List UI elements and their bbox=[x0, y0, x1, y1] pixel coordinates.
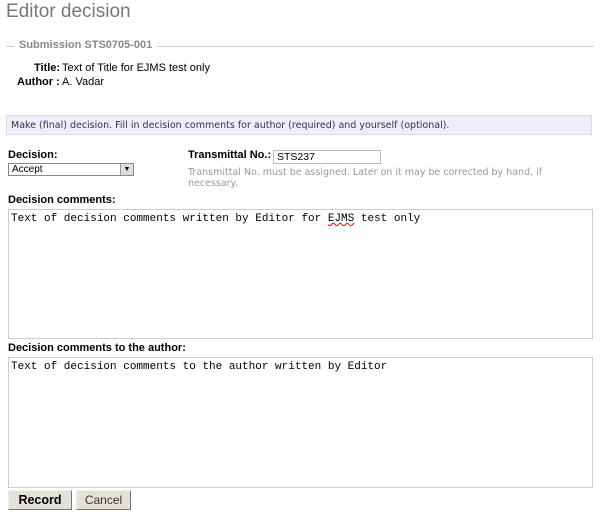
chevron-down-icon[interactable]: ▼ bbox=[120, 164, 133, 175]
decision-comments-textarea[interactable]: Text of decision comments written by Edi… bbox=[8, 209, 593, 339]
decision-select[interactable]: Accept ▼ bbox=[8, 163, 134, 176]
misspelled-word: EJMS bbox=[327, 213, 355, 225]
author-comments-text: Text of decision comments to the author … bbox=[11, 361, 388, 373]
transmittal-help: Transmittal No. must be assigned. Later … bbox=[188, 167, 543, 189]
author-comments-textarea[interactable]: Text of decision comments to the author … bbox=[8, 357, 593, 488]
submission-legend: Submission STS0705-001 bbox=[14, 39, 158, 51]
author-label: Author : bbox=[17, 76, 60, 88]
author-comments-label: Decision comments to the author: bbox=[8, 342, 186, 354]
decision-value: Accept bbox=[12, 164, 43, 175]
title-label: Title: bbox=[34, 62, 61, 74]
transmittal-label: Transmittal No.: bbox=[188, 149, 272, 161]
info-box: Make (final) decision. Fill in decision … bbox=[6, 115, 592, 135]
author-value: A. Vadar bbox=[62, 76, 104, 88]
decision-label: Decision: bbox=[8, 149, 58, 161]
record-button[interactable]: Record bbox=[8, 490, 72, 510]
comments-text-end: test only bbox=[354, 213, 421, 225]
title-value: Text of Title for EJMS test only bbox=[62, 62, 210, 74]
comments-text: Text of decision comments written by Edi… bbox=[11, 213, 328, 225]
transmittal-input[interactable]: STS237 bbox=[273, 150, 381, 164]
decision-comments-label: Decision comments: bbox=[8, 194, 116, 206]
page-title: Editor decision bbox=[6, 1, 131, 22]
cancel-button[interactable]: Cancel bbox=[76, 490, 131, 510]
